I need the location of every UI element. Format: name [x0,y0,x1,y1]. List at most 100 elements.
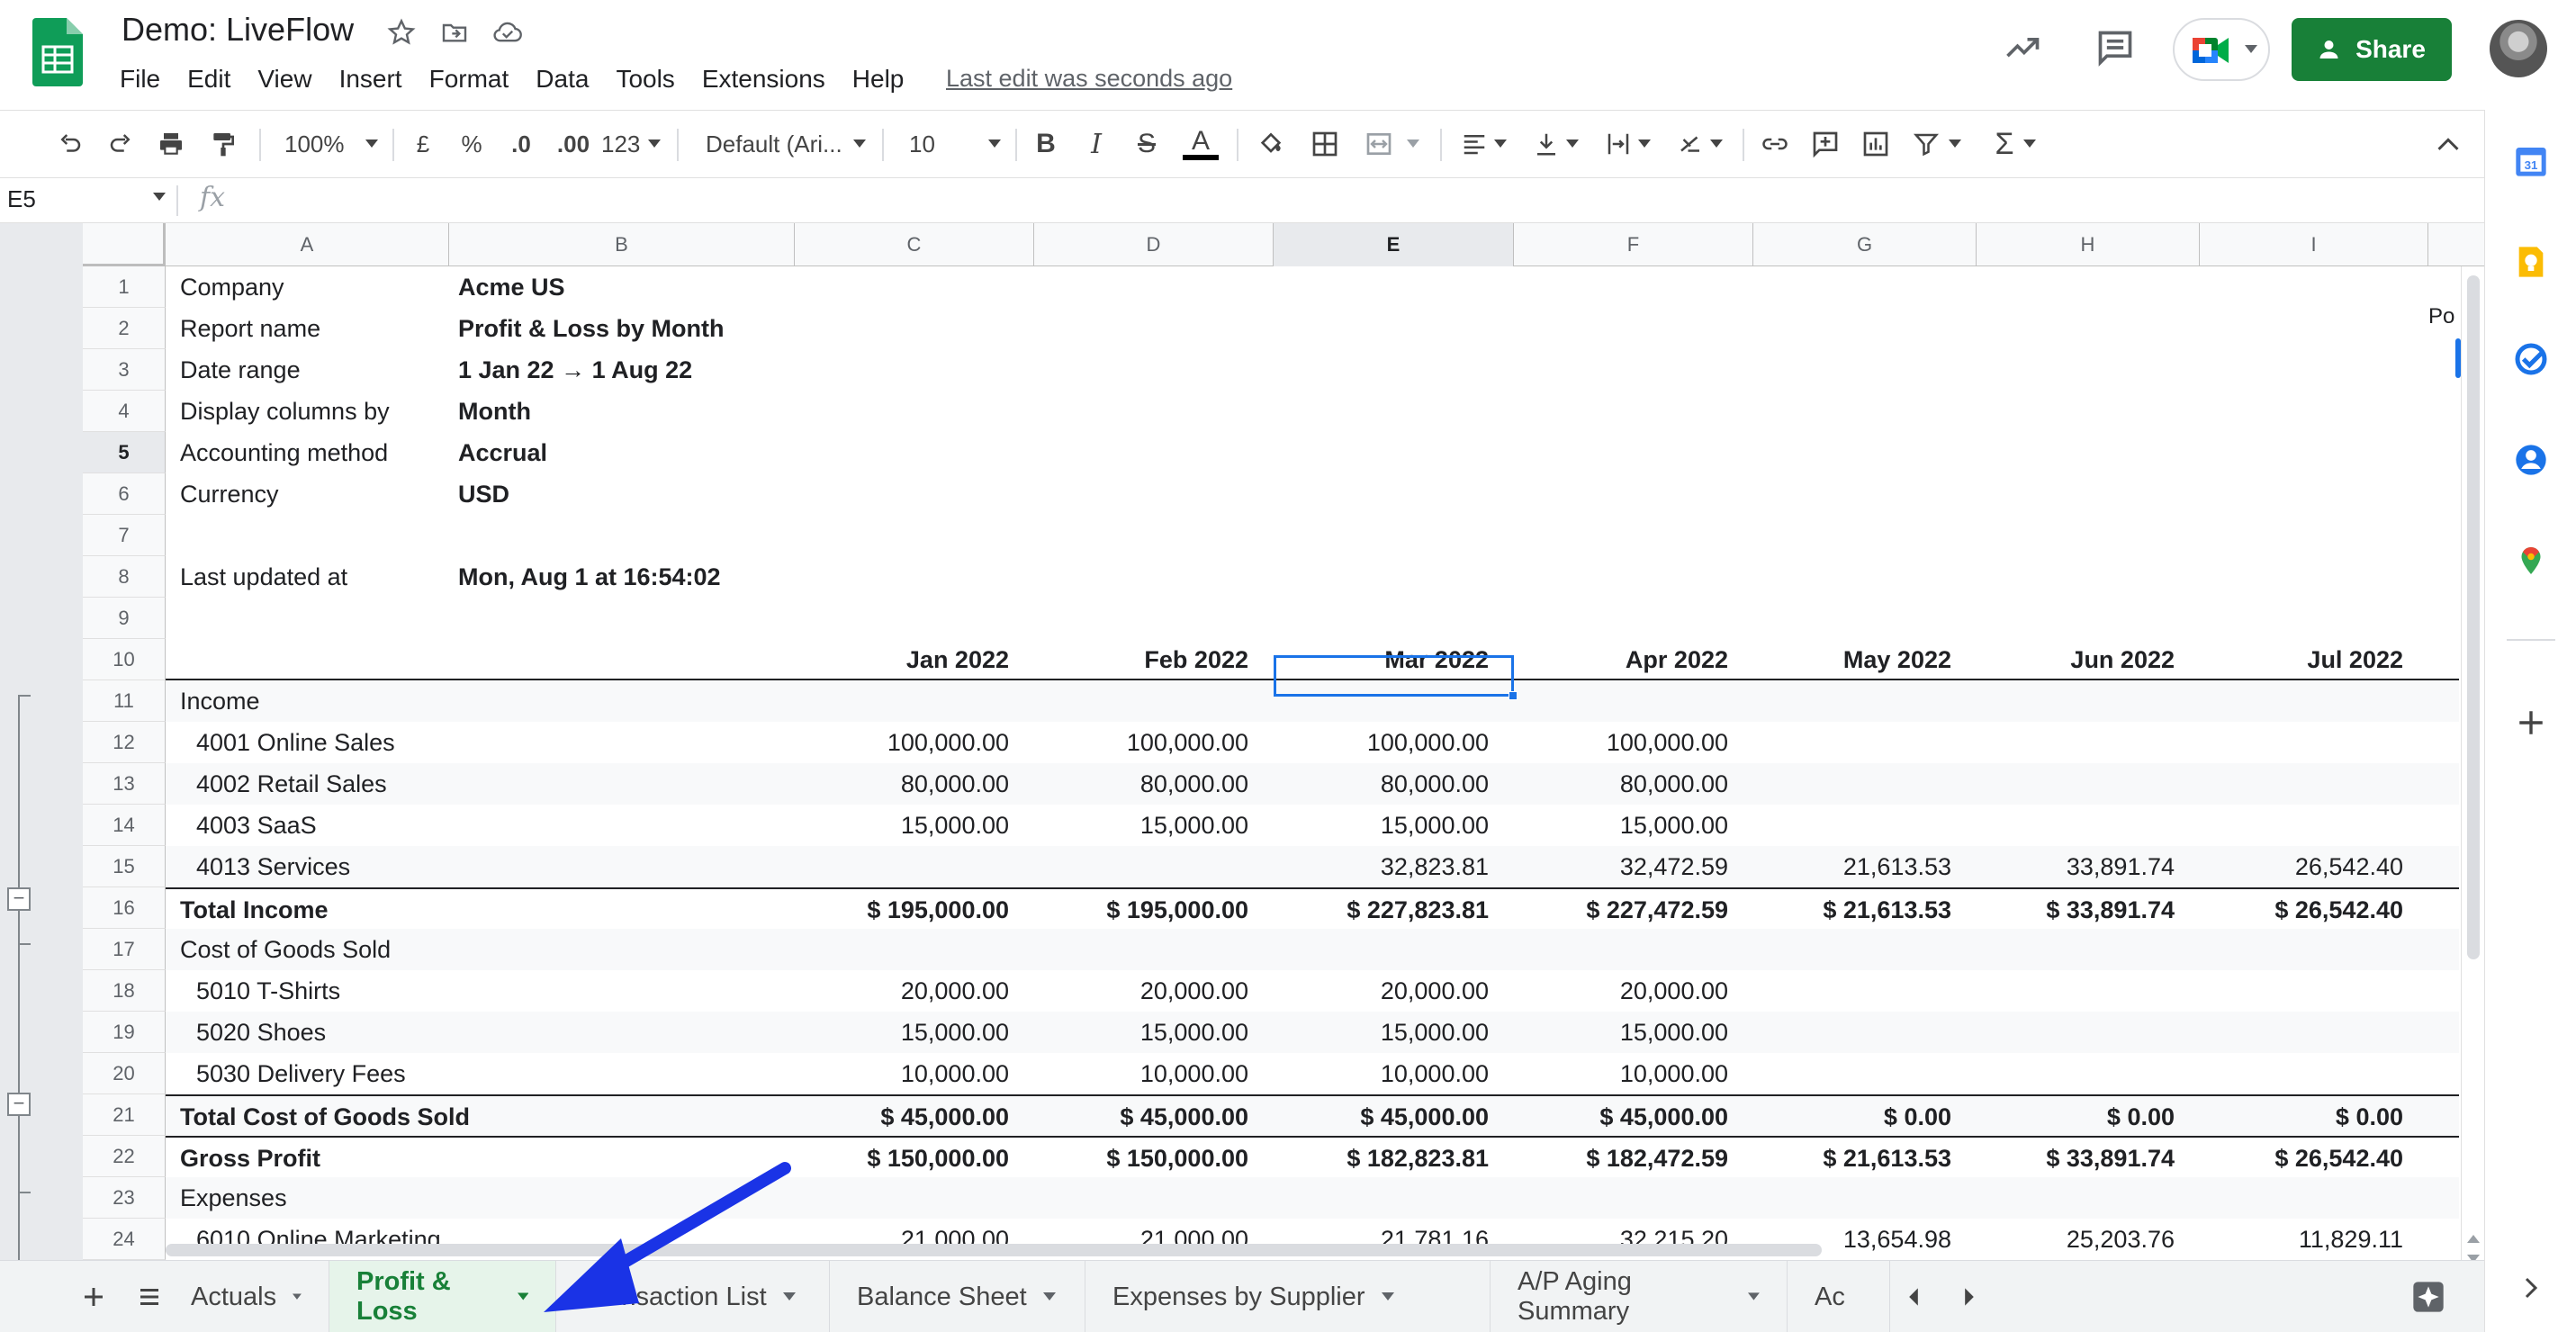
filter-icon[interactable] [1908,122,1966,166]
row-header-11[interactable]: 11 [83,680,166,722]
insert-comment-icon[interactable] [1806,122,1845,166]
cell-d16[interactable]: $ 195,000.00 [1034,889,1248,931]
chevron-down-icon[interactable] [1042,1292,1056,1301]
row-header-4[interactable]: 4 [83,391,166,432]
cell-a8[interactable]: Last updated at [180,556,449,598]
menu-extensions[interactable]: Extensions [702,63,838,95]
cell-d18[interactable]: 20,000.00 [1034,970,1248,1012]
sheets-logo-icon[interactable] [32,18,83,86]
cell-a21[interactable]: Total Cost of Goods Sold [180,1096,470,1138]
cell-a11[interactable]: Income [180,680,449,722]
cell-a14[interactable]: 4003 SaaS [196,805,449,846]
cell-h24[interactable]: 25,203.76 [1977,1219,2175,1260]
cell-i21[interactable]: $ 0.00 [2200,1096,2403,1138]
sheet-tab[interactable]: Profit & Loss [329,1261,556,1332]
column-header-h[interactable]: H [1977,223,2200,266]
scroll-up-icon[interactable] [2467,1235,2480,1244]
cell-a12[interactable]: 4001 Online Sales [196,722,449,763]
fill-handle[interactable] [1509,691,1518,700]
font-size-select[interactable]: 10 [896,122,1001,166]
row-header-1[interactable]: 1 [83,266,166,308]
row-header-5[interactable]: 5 [83,432,166,473]
italic-button[interactable]: I [1080,122,1112,166]
share-button[interactable]: Share [2292,18,2452,81]
cell-g22[interactable]: $ 21,613.53 [1753,1138,1951,1179]
avatar[interactable] [2490,20,2547,77]
keep-icon[interactable] [2508,239,2553,284]
cell-e20[interactable]: 10,000.00 [1274,1053,1489,1094]
cell-g16[interactable]: $ 21,613.53 [1753,889,1951,931]
text-color-button[interactable]: A [1181,122,1220,166]
row-header-15[interactable]: 15 [83,846,166,887]
column-header-e[interactable]: E [1274,223,1514,266]
menu-format[interactable]: Format [429,63,522,95]
row-header-14[interactable]: 14 [83,805,166,846]
scroll-tabs-left-icon[interactable] [1890,1274,1937,1320]
cell-b6[interactable]: USD [458,473,795,515]
row-header-13[interactable]: 13 [83,763,166,805]
sheet-tab[interactable]: Actuals [166,1261,329,1332]
collapse-group-button[interactable]: − [7,887,31,911]
cell-f14[interactable]: 15,000.00 [1514,805,1728,846]
sheet-tab[interactable]: Ac [1788,1261,1890,1332]
scroll-tabs-right-icon[interactable] [1946,1274,1993,1320]
tasks-icon[interactable] [2508,337,2553,382]
sheet-tab[interactable]: Transaction List [556,1261,830,1332]
row-header-9[interactable]: 9 [83,598,166,639]
cell-f18[interactable]: 20,000.00 [1514,970,1728,1012]
sheet-tab[interactable]: Balance Sheet [830,1261,1085,1332]
row-header-2[interactable]: 2 [83,308,166,349]
redo-icon[interactable] [101,122,140,166]
row-header-22[interactable]: 22 [83,1136,166,1177]
cell-c12[interactable]: 100,000.00 [795,722,1009,763]
collapse-toolbar-icon[interactable] [2428,122,2468,166]
cell-h10[interactable]: Jun 2022 [1977,639,2175,680]
cell-f21[interactable]: $ 45,000.00 [1514,1096,1728,1138]
maps-icon[interactable] [2508,538,2553,583]
cell-b8[interactable]: Mon, Aug 1 at 16:54:02 [458,556,795,598]
undo-icon[interactable] [50,122,90,166]
strikethrough-button[interactable]: S [1130,122,1163,166]
get-add-ons-icon[interactable] [2508,700,2553,745]
fill-color-icon[interactable] [1251,122,1291,166]
cell-c21[interactable]: $ 45,000.00 [795,1096,1009,1138]
row-header-16[interactable]: 16 [83,887,166,929]
cell-a17[interactable]: Cost of Goods Sold [180,929,449,970]
row-header-3[interactable]: 3 [83,349,166,391]
menu-insert[interactable]: Insert [339,63,415,95]
number-format-select[interactable]: 123 [601,122,661,166]
last-edit-link[interactable]: Last edit was seconds ago [946,65,1232,93]
chevron-down-icon[interactable] [293,1292,302,1301]
bold-button[interactable]: B [1030,122,1062,166]
cell-c14[interactable]: 15,000.00 [795,805,1009,846]
vertical-scroll-thumb[interactable] [2467,275,2480,959]
cell-e15[interactable]: 32,823.81 [1274,846,1489,887]
column-header-c[interactable]: C [795,223,1034,266]
cell-a19[interactable]: 5020 Shoes [196,1012,449,1053]
borders-icon[interactable] [1305,122,1345,166]
column-header-g[interactable]: G [1753,223,1977,266]
vertical-align-icon[interactable] [1527,122,1584,166]
cell-g10[interactable]: May 2022 [1753,639,1951,680]
menu-data[interactable]: Data [536,63,601,95]
decrease-decimals-button[interactable]: .0 [502,122,540,166]
cell-h22[interactable]: $ 33,891.74 [1977,1138,2175,1179]
row-header-17[interactable]: 17 [83,929,166,970]
calendar-icon[interactable]: 31 [2508,139,2553,184]
insert-link-icon[interactable] [1755,122,1795,166]
chevron-down-icon[interactable] [782,1292,796,1301]
cell-f22[interactable]: $ 182,472.59 [1514,1138,1728,1179]
cell-a23[interactable]: Expenses [180,1177,449,1219]
cell-d19[interactable]: 15,000.00 [1034,1012,1248,1053]
document-title[interactable]: Demo: LiveFlow [122,11,354,49]
percent-format-button[interactable]: % [455,122,488,166]
cell-c22[interactable]: $ 150,000.00 [795,1138,1009,1179]
explore-icon[interactable] [2405,1274,2452,1320]
menu-tools[interactable]: Tools [616,63,687,95]
horizontal-scrollbar[interactable] [166,1244,1822,1256]
menu-edit[interactable]: Edit [187,63,243,95]
cell-g21[interactable]: $ 0.00 [1753,1096,1951,1138]
formula-input[interactable] [252,187,2412,214]
cell-d21[interactable]: $ 45,000.00 [1034,1096,1248,1138]
increase-decimals-button[interactable]: .00 [551,122,596,166]
